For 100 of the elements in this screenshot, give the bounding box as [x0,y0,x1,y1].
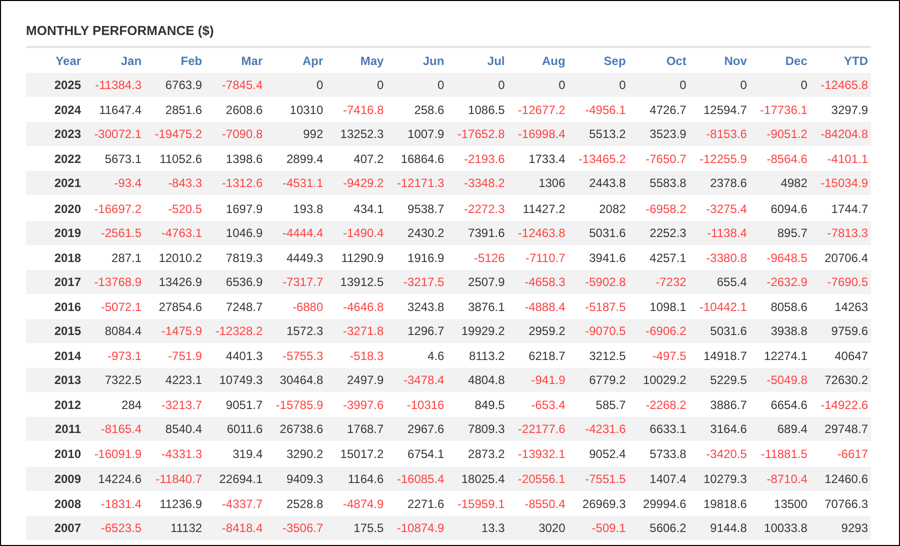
value-cell: 13.3 [481,520,505,535]
value-cell: -15959.1 [457,496,505,511]
year-cell: 2018 [54,250,82,265]
column-header: Oct [666,54,686,68]
value-cell: 5733.8 [650,447,686,462]
value-cell: 2899.4 [286,152,324,166]
value-cell: 0 [558,78,566,92]
value-cell: 4804.8 [468,373,505,388]
value-cell: -13768.9 [94,274,142,289]
value-cell: -7650.7 [646,152,686,166]
year-cell: 2011 [54,422,82,436]
value-cell: -10316 [406,398,444,412]
value-cell: 27854.6 [158,300,202,314]
value-cell: 19818.6 [703,496,747,511]
value-cell: 4982 [780,176,808,190]
year-cell: 2010 [54,447,82,462]
value-cell: -12463.8 [518,226,566,240]
value-cell: -653.4 [531,398,566,412]
value-cell: 4401.3 [226,349,263,364]
value-cell: -2632.9 [766,274,808,289]
value-cell: 9144.8 [710,520,747,535]
value-cell: 3941.6 [589,250,626,265]
year-cell: 2015 [54,324,82,338]
value-cell: 689.4 [777,422,808,436]
value-cell: -520.5 [168,202,202,216]
value-cell: -1138.4 [707,226,747,240]
value-cell: 1768.7 [346,422,384,436]
value-cell: -16091.9 [94,447,142,462]
value-cell: 6779.2 [589,373,626,388]
value-cell: 0 [740,78,747,92]
value-cell: -4646.8 [342,300,384,314]
value-cell: 26738.6 [280,422,324,436]
value-cell: 2967.6 [408,422,444,436]
value-cell: 5606.2 [650,520,686,535]
value-cell: 3212.5 [589,349,626,364]
value-cell: 8084.4 [104,324,142,338]
year-cell: 2021 [54,176,82,190]
value-cell: -12465.8 [820,78,868,92]
value-cell: 4726.7 [650,103,686,118]
value-cell: -12171.3 [396,176,444,190]
value-cell: -3275.4 [706,202,747,216]
value-cell: -3348.2 [464,176,505,190]
value-cell: -16085.4 [396,472,444,486]
value-cell: -7551.5 [585,472,626,486]
value-cell: -9051.2 [766,127,808,142]
value-cell: -15785.9 [276,398,324,412]
year-cell: 2017 [54,274,82,289]
value-cell: -8710.4 [766,472,808,486]
value-cell: 1697.9 [226,202,263,216]
value-cell: -5187.5 [585,300,626,314]
value-cell: -3217.5 [404,274,444,289]
value-cell: 10279.3 [703,472,747,486]
value-cell: 9409.3 [286,472,324,486]
value-cell: -2561.5 [100,226,142,240]
year-cell: 2009 [54,472,82,486]
value-cell: 8540.4 [165,422,202,436]
value-cell: 30464.8 [280,373,324,388]
value-cell: -13932.1 [518,447,566,462]
column-header: Aug [542,54,566,68]
value-cell: 287.1 [112,250,142,265]
value-cell: -15034.9 [820,176,868,190]
value-cell: 3876.1 [468,300,505,314]
value-cell: 7322.5 [104,373,142,388]
value-cell: -6906.2 [646,324,686,338]
year-cell: 2020 [54,202,82,216]
value-cell: -973.1 [108,349,142,364]
value-cell: 1407.4 [650,472,686,486]
value-cell: 11290.9 [341,250,384,265]
value-cell: 1046.9 [226,226,263,240]
value-cell: 1296.7 [408,324,444,338]
value-cell: 3290.2 [286,447,324,462]
value-cell: -16998.4 [518,127,566,142]
value-cell: -17652.8 [457,127,505,142]
value-cell: 3020 [538,520,566,535]
value-cell: 175.5 [354,520,384,535]
value-cell: 13426.9 [158,274,202,289]
value-cell: 4257.1 [650,250,686,265]
value-cell: -1831.4 [100,496,142,511]
value-cell: -8418.4 [222,520,263,535]
value-cell: 4449.3 [286,250,324,265]
value-cell: 0 [619,78,626,92]
value-cell: -4658.3 [524,274,566,289]
value-cell: -5755.3 [282,349,324,364]
value-cell: -509.1 [592,520,626,535]
year-cell: 2014 [54,349,82,364]
value-cell: 2082 [599,202,626,216]
value-cell: -1475.9 [161,324,202,338]
value-cell: 2608.6 [226,103,263,118]
value-cell: 5031.6 [710,324,747,338]
value-cell: 655.4 [716,274,747,289]
value-cell: -30072.1 [94,127,142,142]
column-header: Year [56,54,82,68]
column-header: Apr [302,54,324,68]
value-cell: 10310 [290,103,324,118]
value-cell: 434.1 [354,202,384,216]
value-cell: 2443.8 [589,176,626,190]
value-cell: 14224.6 [98,472,142,486]
value-cell: 5229.5 [710,373,747,388]
value-cell: -16697.2 [94,202,142,216]
value-cell: 1744.7 [831,202,868,216]
